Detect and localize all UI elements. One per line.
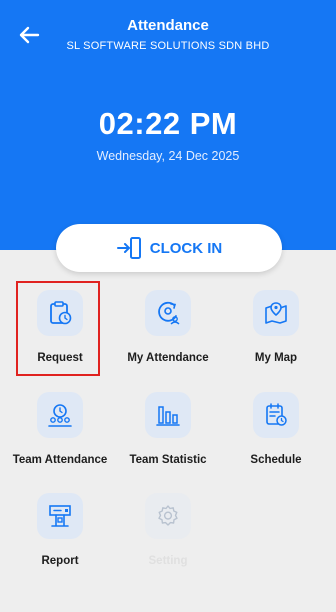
current-time: 02:22 PM	[98, 106, 238, 141]
menu-item-label: My Map	[254, 352, 298, 364]
menu-icon-container	[253, 392, 299, 438]
menu-icon-container	[253, 290, 299, 336]
menu-item-label: Report	[41, 555, 79, 567]
menu-item-label: Team Attendance	[12, 454, 108, 466]
request-highlight-box	[16, 281, 100, 376]
company-name: SL SOFTWARE SOLUTIONS SDN BHD	[66, 40, 270, 52]
menu-item-setting: Setting	[112, 493, 224, 583]
app-header: Attendance SL SOFTWARE SOLUTIONS SDN BHD…	[0, 0, 336, 250]
sign-in-door-icon	[116, 237, 141, 259]
menu-item-schedule[interactable]: Schedule	[220, 392, 332, 482]
map-pin-icon	[265, 302, 287, 324]
menu-item-team-statistic[interactable]: Team Statistic	[112, 392, 224, 482]
menu-item-label: Team Statistic	[129, 454, 207, 466]
bar-chart-icon	[156, 406, 180, 426]
menu-item-label: Schedule	[250, 454, 302, 466]
page-title: Attendance	[127, 17, 209, 34]
menu-item-label: My Attendance	[127, 352, 209, 364]
report-icon	[49, 505, 71, 527]
menu-icon-container	[145, 290, 191, 336]
gear-icon	[158, 505, 178, 526]
menu-icon-container	[145, 392, 191, 438]
menu-item-my-attendance[interactable]: My Attendance	[112, 290, 224, 380]
menu-icon-container	[37, 493, 83, 539]
clock-in-label: CLOCK IN	[149, 239, 223, 257]
team-clock-icon	[48, 404, 72, 427]
menu-item-report[interactable]: Report	[4, 493, 116, 583]
menu-item-team-attendance[interactable]: Team Attendance	[4, 392, 116, 482]
clock-in-button[interactable]: CLOCK IN	[56, 224, 282, 272]
menu-item-label: Setting	[148, 555, 188, 567]
menu-item-my-map[interactable]: My Map	[220, 290, 332, 380]
menu-icon-container	[145, 493, 191, 539]
calendar-clock-icon	[266, 403, 287, 426]
current-date: Wednesday, 24 Dec 2025	[96, 149, 240, 163]
user-cycle-icon	[158, 301, 180, 325]
menu-icon-container	[37, 392, 83, 438]
